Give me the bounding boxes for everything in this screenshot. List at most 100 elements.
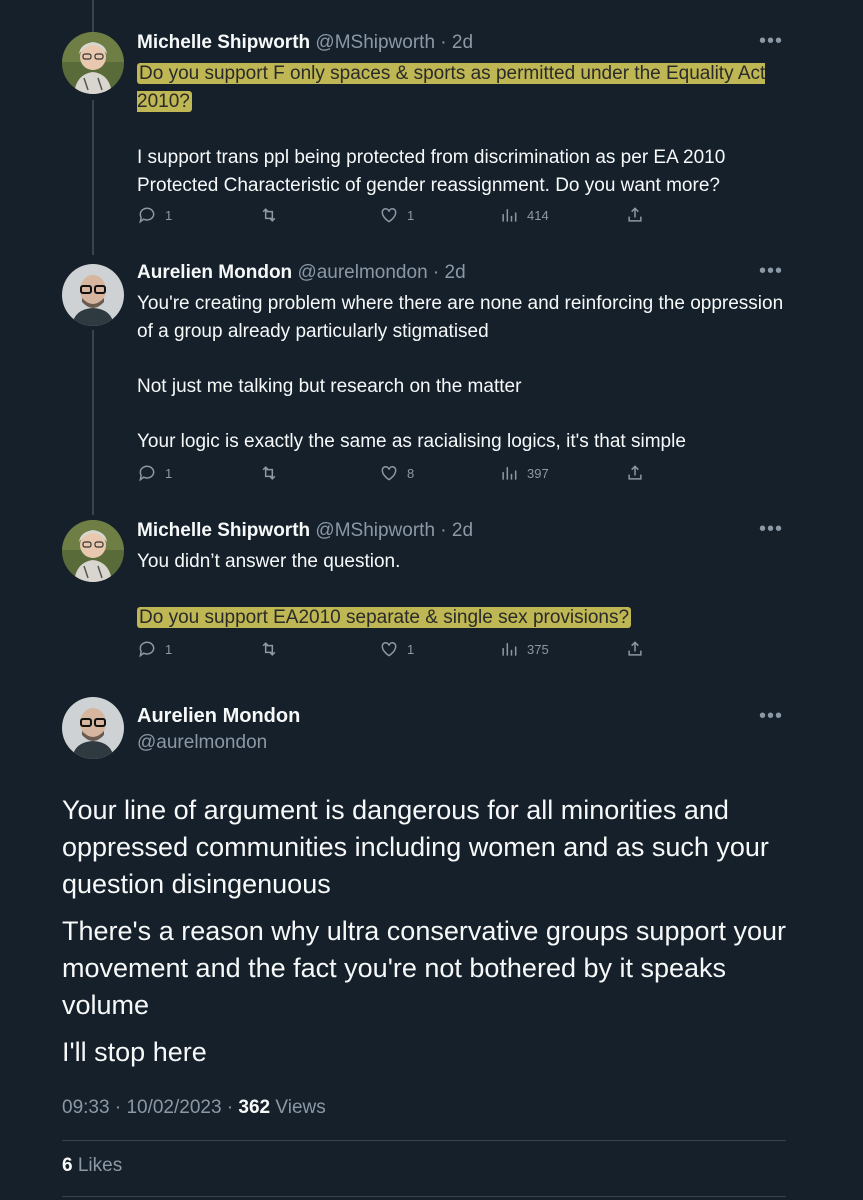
divider — [62, 1196, 786, 1197]
views-button[interactable]: 397 — [499, 463, 549, 483]
author-handle[interactable]: @MShipworth — [315, 32, 435, 53]
retweet-button[interactable] — [259, 205, 279, 225]
separator-dot: · — [226, 1097, 234, 1118]
tweet-2[interactable]: Aurelien Mondon @aurelmondon · 2d ••• Yo… — [0, 260, 863, 500]
tweet-text: You're creating problem where there are … — [137, 290, 787, 456]
heart-icon — [381, 465, 397, 481]
views-count: 362 — [238, 1097, 271, 1118]
tweet-paragraph: You didn’t answer the question. — [137, 551, 401, 572]
avatar[interactable] — [62, 520, 124, 582]
like-button[interactable]: 1 — [379, 205, 414, 225]
separator-dot: · — [432, 262, 440, 283]
reply-count: 1 — [165, 465, 173, 481]
retweet-icon — [262, 466, 276, 480]
analytics-icon — [502, 467, 517, 480]
author-handle[interactable]: @aurelmondon — [137, 732, 300, 754]
tweet-text: Do you support F only spaces & sports as… — [137, 60, 787, 200]
view-count: 414 — [527, 207, 549, 223]
author-handle[interactable]: @aurelmondon — [297, 262, 427, 283]
more-icon[interactable]: ••• — [759, 30, 783, 53]
analytics-icon — [502, 643, 517, 656]
tweet-text: You didn’t answer the question. Do you s… — [137, 548, 787, 632]
tweet-1[interactable]: Michelle Shipworth @MShipworth · 2d ••• … — [0, 30, 863, 240]
avatar-aurelien-image — [62, 697, 124, 759]
like-button[interactable]: 8 — [379, 463, 414, 483]
tweet-time[interactable]: 2d — [445, 262, 466, 283]
reply-count: 1 — [165, 207, 173, 223]
reply-count: 1 — [165, 641, 173, 657]
reply-button[interactable]: 1 — [137, 205, 172, 225]
divider — [62, 1140, 786, 1141]
tweet-header: Aurelien Mondon @aurelmondon — [137, 705, 300, 754]
avatar-aurelien-image — [62, 264, 124, 326]
view-count: 397 — [527, 465, 549, 481]
like-count: 1 — [407, 207, 415, 223]
share-icon — [628, 641, 642, 656]
views-label: Views — [275, 1097, 326, 1118]
author-name[interactable]: Aurelien Mondon — [137, 705, 300, 728]
retweet-button[interactable] — [259, 639, 279, 659]
more-icon[interactable]: ••• — [759, 518, 783, 541]
avatar[interactable] — [62, 697, 124, 759]
share-button[interactable] — [625, 205, 645, 225]
tweet-paragraph: I'll stop here — [62, 1037, 207, 1067]
tweet-actions: 1 8 397 — [137, 463, 657, 487]
tweet-paragraph: I support trans ppl being protected from… — [137, 147, 726, 196]
view-count: 375 — [527, 641, 549, 657]
tweet-paragraph: You're creating problem where there are … — [137, 293, 784, 342]
reply-button[interactable]: 1 — [137, 639, 172, 659]
more-icon[interactable]: ••• — [759, 260, 783, 283]
reply-icon — [139, 465, 155, 482]
share-icon — [628, 465, 642, 480]
views-button[interactable]: 375 — [499, 639, 549, 659]
share-icon — [628, 207, 642, 222]
tweet-header: Michelle Shipworth @MShipworth · 2d — [137, 32, 473, 54]
tweet-header: Michelle Shipworth @MShipworth · 2d — [137, 520, 473, 542]
tweet-actions: 1 1 375 — [137, 639, 657, 663]
retweet-icon — [262, 208, 276, 222]
share-button[interactable] — [625, 639, 645, 659]
likes-label: Likes — [77, 1155, 123, 1176]
tweet-paragraph: There's a reason why ultra conservative … — [62, 916, 787, 1020]
reply-button[interactable]: 1 — [137, 463, 172, 483]
tweet-header: Aurelien Mondon @aurelmondon · 2d — [137, 262, 466, 284]
tweet-paragraph: Your logic is exactly the same as racial… — [137, 431, 686, 452]
author-name[interactable]: Aurelien Mondon — [137, 262, 292, 283]
author-handle[interactable]: @MShipworth — [315, 520, 435, 541]
tweet-time[interactable]: 2d — [452, 520, 473, 541]
like-button[interactable]: 1 — [379, 639, 414, 659]
views-button[interactable]: 414 — [499, 205, 549, 225]
retweet-button[interactable] — [259, 463, 279, 483]
likes-count: 6 — [62, 1155, 73, 1176]
thread-line — [92, 0, 94, 32]
author-name[interactable]: Michelle Shipworth — [137, 520, 310, 541]
like-count: 1 — [407, 641, 415, 657]
separator-dot: · — [114, 1097, 122, 1118]
tweet-3[interactable]: Michelle Shipworth @MShipworth · 2d ••• … — [0, 518, 863, 668]
separator-dot: · — [440, 520, 447, 541]
reply-icon — [139, 641, 155, 658]
avatar-michelle-image — [62, 32, 124, 94]
retweet-icon — [262, 642, 276, 656]
tweet-date[interactable]: 10/02/2023 — [126, 1097, 221, 1118]
heart-icon — [381, 641, 397, 657]
tweet-metadata: 09:33 · 10/02/2023 · 362 Views — [62, 1097, 326, 1119]
more-icon[interactable]: ••• — [759, 705, 783, 728]
tweet-time[interactable]: 09:33 — [62, 1097, 110, 1118]
tweet-actions: 1 1 414 — [137, 205, 657, 229]
like-count: 8 — [407, 465, 415, 481]
avatar[interactable] — [62, 264, 124, 326]
likes-summary[interactable]: 6 Likes — [62, 1155, 122, 1177]
share-button[interactable] — [625, 463, 645, 483]
highlighted-text: Do you support EA2010 separate & single … — [137, 607, 632, 628]
tweet-paragraph: Your line of argument is dangerous for a… — [62, 795, 769, 899]
avatar[interactable] — [62, 32, 124, 94]
heart-icon — [381, 207, 397, 223]
main-tweet-text: Your line of argument is dangerous for a… — [62, 792, 802, 1081]
tweet-time[interactable]: 2d — [452, 32, 473, 53]
avatar-michelle-image — [62, 520, 124, 582]
reply-icon — [139, 207, 155, 224]
highlighted-text: Do you support F only spaces & sports as… — [137, 63, 766, 112]
tweet-paragraph: Not just me talking but research on the … — [137, 376, 522, 397]
author-name[interactable]: Michelle Shipworth — [137, 32, 310, 53]
